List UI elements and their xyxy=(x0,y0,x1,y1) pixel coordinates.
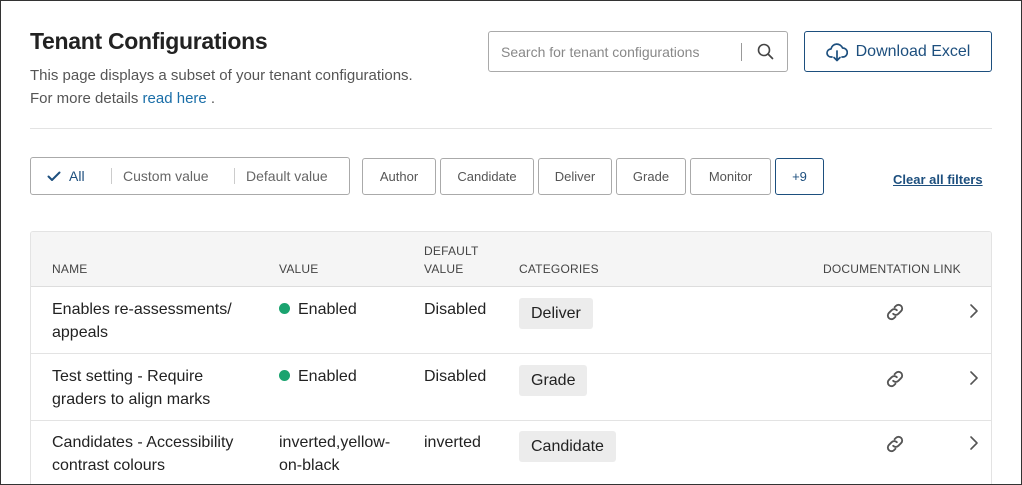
category-filter-candidate[interactable]: Candidate xyxy=(440,158,534,195)
row-value: Enabled xyxy=(279,365,357,388)
chevron-right-icon[interactable] xyxy=(968,303,980,319)
search-icon[interactable] xyxy=(756,43,774,61)
filter-all[interactable]: All xyxy=(31,158,111,194)
row-default-value: Disabled xyxy=(424,368,487,385)
header-categories[interactable]: CATEGORIES xyxy=(519,260,599,278)
description-line-1: This page displays a subset of your tena… xyxy=(30,67,413,84)
category-filter-author[interactable]: Author xyxy=(362,158,436,195)
page-title: Tenant Configurations xyxy=(30,28,268,54)
page-frame: Tenant Configurations This page displays… xyxy=(0,0,1022,485)
row-value: inverted,yellow- on-black xyxy=(279,434,391,474)
checkmark-icon xyxy=(47,171,61,182)
category-filter-monitor[interactable]: Monitor xyxy=(690,158,771,195)
table-row[interactable]: Candidates - Accessibility contrast colo… xyxy=(31,421,991,484)
enabled-status-dot xyxy=(279,303,290,314)
link-icon[interactable] xyxy=(884,368,906,390)
download-excel-button[interactable]: Download Excel xyxy=(804,31,992,72)
cloud-download-icon xyxy=(825,42,848,62)
category-tag: Candidate xyxy=(519,431,616,462)
row-default-value: Disabled xyxy=(424,301,487,318)
read-here-link[interactable]: read here xyxy=(143,90,207,107)
table-row[interactable]: Enables re-assessments/ appeals Enabled … xyxy=(31,287,991,354)
row-name: Test setting - Require graders to align … xyxy=(52,368,211,408)
filter-default-value[interactable]: Default value xyxy=(235,158,328,194)
filter-custom-value[interactable]: Custom value xyxy=(112,158,234,194)
page-description: This page displays a subset of your tena… xyxy=(30,64,470,110)
chevron-right-icon[interactable] xyxy=(968,435,980,451)
enabled-status-dot xyxy=(279,370,290,381)
header-documentation-link[interactable]: DOCUMENTATION LINK xyxy=(823,260,961,278)
chevron-right-icon[interactable] xyxy=(968,370,980,386)
header-value[interactable]: VALUE xyxy=(279,260,318,278)
row-name: Candidates - Accessibility contrast colo… xyxy=(52,434,234,474)
configurations-table: NAME VALUE DEFAULT VALUE CATEGORIES DOCU… xyxy=(30,231,992,484)
search-input[interactable] xyxy=(501,43,741,60)
header-divider xyxy=(30,128,992,129)
download-excel-label: Download Excel xyxy=(855,42,971,60)
search-divider xyxy=(741,42,742,61)
header-name[interactable]: NAME xyxy=(52,260,87,278)
value-filter-group: All Custom value Default value xyxy=(30,157,350,195)
more-filters-button[interactable]: +9 xyxy=(775,158,824,195)
search-box xyxy=(488,31,788,72)
link-icon[interactable] xyxy=(884,433,906,455)
header-default-value[interactable]: DEFAULT VALUE xyxy=(424,242,479,278)
row-default-value: inverted xyxy=(424,434,481,451)
table-row[interactable]: Test setting - Require graders to align … xyxy=(31,354,991,421)
category-filter-deliver[interactable]: Deliver xyxy=(538,158,612,195)
row-name: Enables re-assessments/ appeals xyxy=(52,301,232,341)
row-value: Enabled xyxy=(279,298,357,321)
category-tag: Grade xyxy=(519,365,588,396)
category-filter-grade[interactable]: Grade xyxy=(616,158,686,195)
link-icon[interactable] xyxy=(884,301,906,323)
category-tag: Deliver xyxy=(519,298,593,329)
clear-all-filters-link[interactable]: Clear all filters xyxy=(893,172,983,187)
table-header: NAME VALUE DEFAULT VALUE CATEGORIES DOCU… xyxy=(31,232,991,287)
description-line-2: For more details read here . xyxy=(30,90,216,107)
